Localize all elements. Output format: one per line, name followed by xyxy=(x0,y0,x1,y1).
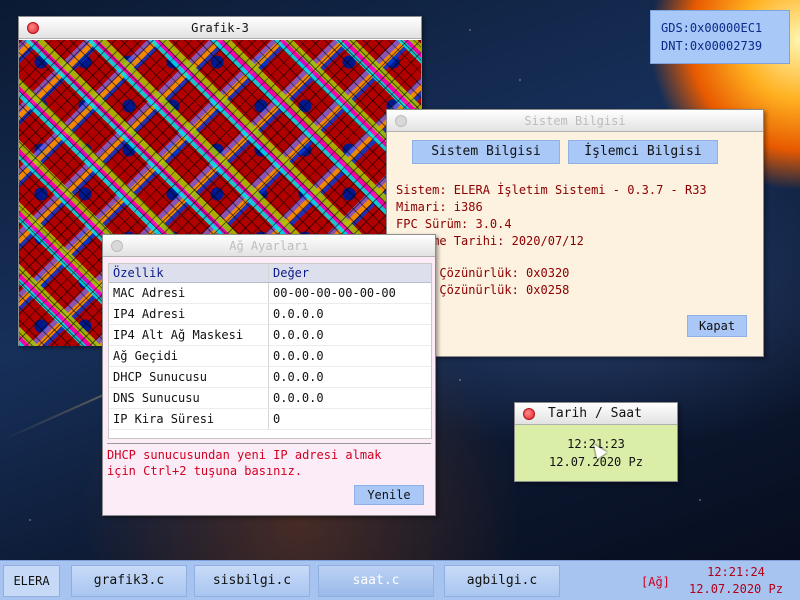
dhcp-hint: DHCP sunucusundan yeni IP adresi almak i… xyxy=(107,443,431,479)
close-button[interactable]: Kapat xyxy=(687,315,747,337)
property-cell: Ağ Geçidi xyxy=(109,346,269,366)
system-info-title: Sistem Bilgisi xyxy=(524,114,626,128)
property-cell: IP4 Adresi xyxy=(109,304,269,324)
vertical-resolution-line: Dikey Çözünürlük: 0x0258 xyxy=(396,283,570,297)
start-button[interactable]: ELERA xyxy=(3,565,60,597)
close-icon[interactable] xyxy=(27,22,39,34)
table-row[interactable]: IP4 Alt Ağ Maskesi 0.0.0.0 xyxy=(109,325,431,346)
grafik-titlebar[interactable]: Grafik-3 xyxy=(19,17,421,39)
refresh-button[interactable]: Yenile xyxy=(354,485,424,505)
datetime-title: Tarih / Saat xyxy=(548,406,642,421)
value-cell: 0.0.0.0 xyxy=(273,391,324,405)
system-info-button[interactable]: Sistem Bilgisi xyxy=(412,140,560,164)
datetime-titlebar[interactable]: Tarih / Saat xyxy=(515,403,677,425)
network-list[interactable]: Özellik Değer MAC Adresi 00-00-00-00-00-… xyxy=(108,263,432,439)
column-header-property: Özellik xyxy=(109,264,269,282)
column-header-value: Değer xyxy=(273,266,310,280)
table-row[interactable]: DNS Sunucusu 0.0.0.0 xyxy=(109,388,431,409)
close-icon[interactable] xyxy=(111,240,123,252)
value-cell: 0.0.0.0 xyxy=(273,370,324,384)
system-info-text: Sistem: ELERA İşletim Sistemi - 0.3.7 - … xyxy=(396,182,707,299)
system-line: Sistem: ELERA İşletim Sistemi - 0.3.7 - … xyxy=(396,183,707,197)
system-info-window[interactable]: Sistem Bilgisi Sistem Bilgisi İşlemci Bi… xyxy=(386,109,764,357)
property-cell: IP4 Alt Ağ Maskesi xyxy=(109,325,269,345)
horizontal-resolution-line: Yatay Çözünürlük: 0x0320 xyxy=(396,266,570,280)
property-cell: DNS Sunucusu xyxy=(109,388,269,408)
value-cell: 0.0.0.0 xyxy=(273,307,324,321)
taskbar-item-saat[interactable]: saat.c xyxy=(318,565,434,597)
cpu-info-button[interactable]: İşlemci Bilgisi xyxy=(568,140,718,164)
value-cell: 00-00-00-00-00-00 xyxy=(273,286,396,300)
property-cell: DHCP Sunucusu xyxy=(109,367,269,387)
grafik-title: Grafik-3 xyxy=(191,21,249,35)
gds-counter: GDS:0x00000EC1 xyxy=(661,21,763,35)
table-row[interactable]: MAC Adresi 00-00-00-00-00-00 xyxy=(109,283,431,304)
arch-line: Mimari: i386 xyxy=(396,200,483,214)
network-titlebar[interactable]: Ağ Ayarları xyxy=(103,235,435,257)
taskbar-item-agbilgi[interactable]: agbilgi.c xyxy=(444,565,560,597)
network-title: Ağ Ayarları xyxy=(229,239,309,253)
table-row[interactable]: Ağ Geçidi 0.0.0.0 xyxy=(109,346,431,367)
dnt-counter: DNT:0x00002739 xyxy=(661,39,763,53)
taskbar-item-grafik3[interactable]: grafik3.c xyxy=(71,565,187,597)
taskbar-time: 12:21:24 xyxy=(707,565,765,579)
value-cell: 0.0.0.0 xyxy=(273,328,324,342)
taskbar-item-sisbilgi[interactable]: sisbilgi.c xyxy=(194,565,310,597)
network-settings-window[interactable]: Ağ Ayarları Özellik Değer MAC Adresi 00-… xyxy=(102,234,436,516)
value-cell: 0 xyxy=(273,412,281,426)
property-cell: MAC Adresi xyxy=(109,283,269,303)
dhcp-hint-line-1: DHCP sunucusundan yeni IP adresi almak xyxy=(107,448,382,462)
taskbar-date: 12.07.2020 Pz xyxy=(689,582,783,596)
taskbar: ELERA grafik3.c sisbilgi.c saat.c agbilg… xyxy=(0,560,800,600)
close-icon[interactable] xyxy=(523,408,535,420)
table-row[interactable]: IP Kira Süresi 0 xyxy=(109,409,431,430)
close-icon[interactable] xyxy=(395,115,407,127)
network-status[interactable]: [Ağ] xyxy=(641,575,670,589)
dhcp-hint-line-2: için Ctrl+2 tuşuna basınız. xyxy=(107,464,303,478)
network-list-header: Özellik Değer xyxy=(109,264,431,283)
build-date-line: Derleme Tarihi: 2020/07/12 xyxy=(396,234,584,248)
table-row[interactable]: DHCP Sunucusu 0.0.0.0 xyxy=(109,367,431,388)
system-counter-box: GDS:0x00000EC1 DNT:0x00002739 xyxy=(650,10,790,64)
system-info-titlebar[interactable]: Sistem Bilgisi xyxy=(387,110,763,132)
value-cell: 0.0.0.0 xyxy=(273,349,324,363)
property-cell: IP Kira Süresi xyxy=(109,409,269,429)
table-row[interactable]: IP4 Adresi 0.0.0.0 xyxy=(109,304,431,325)
taskbar-clock: 12:21:24 12.07.2020 Pz xyxy=(682,564,790,598)
fpc-line: FPC Sürüm: 3.0.4 xyxy=(396,217,512,231)
